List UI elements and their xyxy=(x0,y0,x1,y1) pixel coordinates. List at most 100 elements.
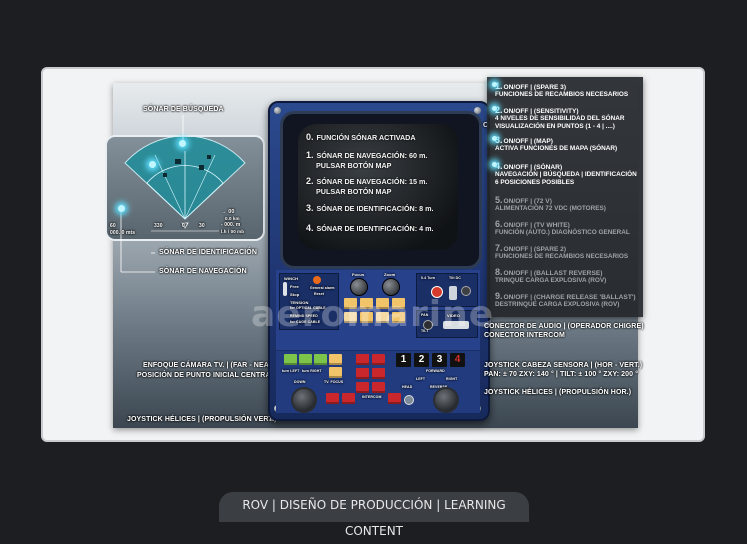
info-item-heading: 4.ON/OFF | (SÓNAR) xyxy=(495,161,643,171)
screen-line-text: SÓNAR DE IDENTIFICACIÓN: 4 m. xyxy=(316,224,434,233)
free-label: Free xyxy=(290,284,299,289)
red-button-tv-1[interactable] xyxy=(326,393,339,404)
number-key-2[interactable]: 2 xyxy=(414,353,429,367)
info-item-9: 9.ON/OFF | (CHARGE RELEASE 'BALLAST') DES… xyxy=(495,291,643,309)
green-button-1[interactable] xyxy=(284,354,297,365)
info-item-head-text: ON/OFF | (MAP) xyxy=(503,138,553,145)
green-button-3[interactable] xyxy=(314,354,327,365)
info-item-head-text: ON/OFF | (TV WHITE) xyxy=(503,222,570,229)
red-button-2[interactable] xyxy=(372,354,385,365)
watermark: aeromarine xyxy=(251,294,495,335)
info-item-description: ACTIVA FUNCIONES DE MAPA (SÓNAR) xyxy=(495,145,618,152)
info-item-heading: 3.ON/OFF | (MAP) xyxy=(495,135,643,145)
info-item-heading: 2.ON/OFF | (SENSITIVITY) xyxy=(495,105,643,115)
info-item-number: 6. xyxy=(495,219,503,229)
screw xyxy=(274,107,281,114)
info-item-heading: 8.ON/OFF | (BALLAST REVERSE) xyxy=(495,267,643,277)
general-alarm-button[interactable] xyxy=(313,276,321,284)
screen-line-3: 3. SÓNAR DE IDENTIFICACIÓN: 8 m. xyxy=(306,203,434,213)
red-button-7[interactable] xyxy=(388,393,401,404)
info-item-heading: 6.ON/OFF | (TV WHITE) xyxy=(495,219,643,229)
screen-line-2: 2. SÓNAR DE NAVEGACIÓN: 15 m. xyxy=(306,176,427,186)
red-button-5[interactable] xyxy=(356,382,369,393)
zoom-label: Zoom xyxy=(384,272,396,277)
info-item-4: 4.ON/OFF | (SÓNAR) NAVEGACIÓN | BÚSQUEDA … xyxy=(492,161,643,187)
screen-line-4: 4. SÓNAR DE IDENTIFICACIÓN: 4 m. xyxy=(306,223,434,233)
green-button-2[interactable] xyxy=(299,354,312,365)
screen-line-number: 3. xyxy=(306,203,314,213)
tv-focus-label: TV. FOCUS xyxy=(324,380,344,384)
info-item-description: FUNCIÓN (AUTO.) DIAGNÓSTICO GENERAL xyxy=(495,229,630,236)
label-pan-tilt: PAN: ± 70 ZXY: 140 ° | TILT: ± 100 ° ZXY… xyxy=(484,371,639,378)
crt-bezel: 0. FUNCIÓN SÓNAR ACTIVADA 1. SÓNAR DE NAVE… xyxy=(280,111,482,269)
info-item-2: 2.ON/OFF | (SENSITIVITY) 4 NIVELES DE SEN… xyxy=(492,105,643,131)
glow-marker-info xyxy=(492,136,497,141)
info-item-5: 5.ON/OFF | (72 V) ALIMENTACIÓN 72 VDC (MO… xyxy=(495,195,643,213)
red-button-tv-2[interactable] xyxy=(342,393,355,404)
glow-marker-info xyxy=(492,162,497,167)
content-frame: 60 000. 0 mts 330 0 30 → 00 0.0 km - 000… xyxy=(41,67,705,442)
info-item-head-text: ON/OFF | (SPARE 2) xyxy=(503,246,567,253)
screen-line-number: 1. xyxy=(306,150,314,160)
focus-label: Focus xyxy=(352,272,365,277)
info-item-number: 8. xyxy=(495,267,503,277)
power-label: 0.4 Turn xyxy=(421,276,436,280)
forward-label: FORWARD xyxy=(426,369,445,373)
info-item-head-text: ON/OFF | (CHARGE RELEASE 'BALLAST') xyxy=(503,294,636,301)
info-item-head-text: ON/OFF | (SPARE 3) xyxy=(503,84,567,91)
info-item-heading: 7.ON/OFF | (SPARE 2) xyxy=(495,243,643,253)
info-item-description: DESTRINQUE CARGA EXPLOSIVA (ROV) xyxy=(495,301,620,308)
info-item-1: 1.ON/OFF | (SPARE 3) FUNCIONES DE RECAMBI… xyxy=(492,81,643,99)
screen-line-number: 4. xyxy=(306,223,314,233)
footer-title: ROV | DISEÑO DE PRODUCCIÓN | LEARNING CO… xyxy=(219,492,529,538)
red-button-1[interactable] xyxy=(356,354,369,365)
winch-label: WINCH xyxy=(284,276,299,281)
joystick-propulsion-horizontal[interactable] xyxy=(433,387,459,413)
left-label: LEFT xyxy=(416,377,426,381)
on-off-label: Tilt DC xyxy=(449,276,461,280)
joystick-propulsion-vertical[interactable] xyxy=(291,387,317,413)
info-item-head-text: ON/OFF | (SÓNAR) xyxy=(503,164,563,171)
screen-line-text: SÓNAR DE NAVEGACIÓN: 60 m. xyxy=(316,151,428,160)
info-item-number: 5. xyxy=(495,195,503,205)
info-item-number: 9. xyxy=(495,291,503,301)
info-item-head-text: ON/OFF | (72 V) xyxy=(503,198,552,205)
number-key-3[interactable]: 3 xyxy=(432,353,447,367)
info-item-head-text: ON/OFF | (SENSITIVITY) xyxy=(503,108,579,115)
turn-right-label: turn RIGHT xyxy=(302,369,322,373)
number-key-4[interactable]: 4 xyxy=(450,353,465,367)
crt-screen: 0. FUNCIÓN SÓNAR ACTIVADA 1. SÓNAR DE NAVE… xyxy=(298,124,458,250)
info-item-description: FUNCIONES DE RECAMBIOS NECESARIOS xyxy=(495,91,629,98)
control-panel-lower: turn LEFT turn RIGHT DOWN TV. FOCUS INTE… xyxy=(276,351,480,413)
glow-marker-sonar-left xyxy=(149,161,156,168)
screen-line-text: SÓNAR DE NAVEGACIÓN: 15 m. xyxy=(316,177,428,186)
glow-marker-info xyxy=(492,106,497,111)
label-joystick-helices-hor: JOYSTICK HÉLICES | (PROPULSIÓN HOR.) xyxy=(484,389,632,396)
screen-line-text: SÓNAR DE IDENTIFICACIÓN: 8 m. xyxy=(316,204,434,213)
info-item-head-text: ON/OFF | (BALLAST REVERSE) xyxy=(503,270,603,277)
info-item-heading: 1.ON/OFF | (SPARE 3) xyxy=(495,81,643,91)
intercom-label: INTERCOM xyxy=(362,395,382,399)
screen-line-number: 2. xyxy=(306,176,314,186)
screen-line-1b: PULSAR BOTÓN MAP xyxy=(316,161,392,170)
info-item-7: 7.ON/OFF | (SPARE 2) FUNCIONES DE RECAMBI… xyxy=(495,243,643,261)
info-item-6: 6.ON/OFF | (TV WHITE) FUNCIÓN (AUTO.) DIA… xyxy=(495,219,643,237)
head-label: HEAD xyxy=(402,385,413,389)
label-joystick-cabeza: JOYSTICK CABEZA SENSORA | (HOR - VERT.) xyxy=(484,362,643,369)
number-key-1[interactable]: 1 xyxy=(396,353,411,367)
info-item-description: VISUALIZACIÓN EN PUNTOS (1 - 4 | ....) xyxy=(495,123,615,130)
screen-line-1: 1. SÓNAR DE NAVEGACIÓN: 60 m. xyxy=(306,150,427,160)
red-button-4[interactable] xyxy=(372,368,385,379)
info-item-description: TRINQUE CARGA EXPLOSIVA (ROV) xyxy=(495,277,607,284)
info-item-number: 7. xyxy=(495,243,503,253)
orange-button-2[interactable] xyxy=(329,367,342,378)
info-item-heading: 9.ON/OFF | (CHARGE RELEASE 'BALLAST') xyxy=(495,291,643,301)
red-button-3[interactable] xyxy=(356,368,369,379)
glow-marker-info xyxy=(492,82,497,87)
info-item-3: 3.ON/OFF | (MAP) ACTIVA FUNCIONES DE MAPA… xyxy=(492,135,643,153)
screen-line-number: 0. xyxy=(306,132,314,142)
screen-line-0: 0. FUNCIÓN SÓNAR ACTIVADA xyxy=(306,132,416,142)
red-button-6[interactable] xyxy=(372,382,385,393)
orange-button-1[interactable] xyxy=(329,354,342,365)
sensor-head-button[interactable] xyxy=(404,395,414,405)
